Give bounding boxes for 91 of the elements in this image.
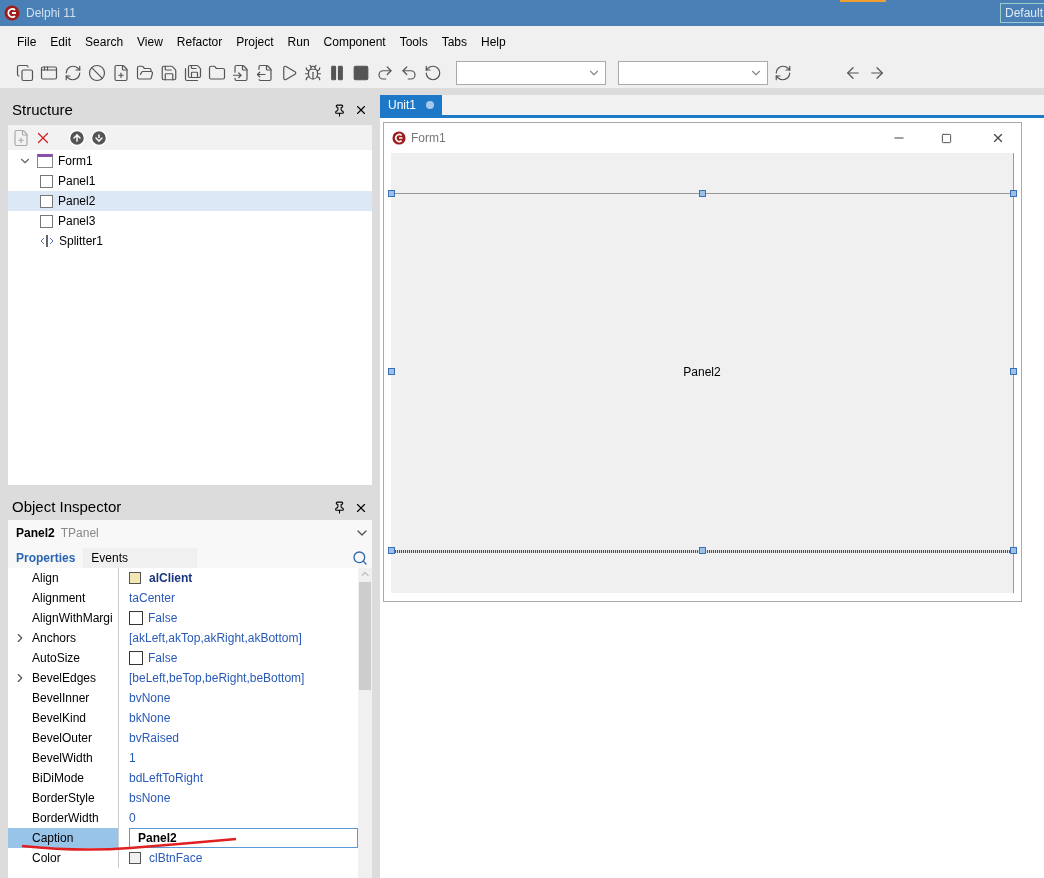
panel-icon [40, 174, 53, 188]
property-name[interactable]: AlignWithMargi [8, 608, 119, 628]
inspector-tab[interactable]: Events [83, 548, 198, 568]
move-up-icon[interactable] [68, 128, 86, 147]
remove-file-icon[interactable] [256, 64, 274, 82]
panel-title: Structure [11, 99, 74, 120]
play-icon[interactable] [280, 64, 298, 82]
menu-item[interactable]: View [130, 33, 170, 51]
windows-icon[interactable] [40, 64, 58, 82]
property-value: bdLeftToRight [129, 770, 204, 787]
property-value: alClient [149, 570, 193, 587]
refresh-icon[interactable] [774, 64, 792, 82]
checkbox[interactable] [129, 611, 143, 625]
property-value: 1 [129, 750, 136, 767]
checkbox[interactable] [129, 651, 143, 665]
property-name[interactable]: Alignment [8, 588, 119, 608]
editor-tab[interactable]: Unit1 [380, 95, 442, 115]
selection-handle[interactable] [388, 190, 395, 197]
pin-icon[interactable] [333, 501, 346, 514]
menu-item[interactable]: Tabs [434, 33, 474, 51]
property-name[interactable]: Caption [8, 828, 119, 848]
tree-item[interactable]: Panel2 [8, 191, 372, 211]
property-name[interactable]: BevelInner [8, 688, 119, 708]
no-entry-icon[interactable] [88, 64, 106, 82]
open-folder-icon[interactable] [136, 64, 154, 82]
menu-item[interactable]: Project [229, 33, 281, 51]
property-value: taCenter [129, 590, 176, 607]
property-value: [akLeft,akTop,akRight,akBottom] [129, 630, 302, 647]
active-tab-indicator [840, 0, 886, 2]
scrollbar[interactable] [358, 568, 372, 878]
property-name[interactable]: BiDiMode [8, 768, 119, 788]
property-name[interactable]: AutoSize [8, 648, 119, 668]
new-file-icon[interactable] [112, 64, 130, 82]
caption-input[interactable]: Panel2 [129, 828, 358, 848]
property-name[interactable]: BorderStyle [8, 788, 119, 808]
property-name[interactable]: BevelKind [8, 708, 119, 728]
menu-item[interactable]: File [10, 33, 44, 51]
selection-handle[interactable] [699, 547, 706, 554]
property-name[interactable]: BevelOuter [8, 728, 119, 748]
selection-handle[interactable] [388, 368, 395, 375]
property-value: False [148, 650, 178, 667]
property-name[interactable]: Color [8, 848, 119, 868]
selection-handle[interactable] [388, 547, 395, 554]
search-icon[interactable] [352, 550, 368, 566]
copy-icon[interactable] [16, 64, 34, 82]
property-value: False [148, 610, 178, 627]
menu-item[interactable]: Edit [43, 33, 79, 51]
close-icon[interactable] [354, 103, 368, 117]
property-name[interactable]: BevelWidth [8, 748, 119, 768]
property-value: clBtnFace [149, 850, 203, 867]
menu-item[interactable]: Component [316, 33, 393, 51]
panel-icon [40, 214, 53, 228]
menu-item[interactable]: Help [474, 33, 513, 51]
property-name[interactable]: Align [8, 568, 119, 588]
property-value: bkNone [129, 710, 171, 727]
menu-item[interactable]: Run [280, 33, 317, 51]
menu-item[interactable]: Search [78, 33, 131, 51]
pin-icon[interactable] [333, 103, 346, 117]
property-name[interactable]: Anchors [8, 628, 119, 648]
folder-icon[interactable] [208, 64, 226, 82]
selection-handle[interactable] [699, 190, 706, 197]
property-value: bvRaised [129, 730, 180, 747]
menu-item[interactable]: Tools [392, 33, 435, 51]
close-icon[interactable] [991, 131, 1005, 145]
property-value: bvNone [129, 690, 171, 707]
bug-icon[interactable] [304, 64, 322, 82]
forward-arrow-icon[interactable] [868, 64, 886, 82]
move-down-icon[interactable] [90, 128, 108, 147]
pause-icon[interactable] [328, 64, 346, 82]
form-title: Form1 [411, 130, 447, 147]
object-selector[interactable]: Panel2 TPanel [8, 520, 372, 546]
maximize-icon[interactable] [941, 132, 952, 144]
window-title: Delphi 11 [26, 5, 76, 22]
property-name[interactable]: BevelEdges [8, 668, 119, 688]
property-value: [beLeft,beTop,beRight,beBottom] [129, 670, 305, 687]
panel-icon [40, 194, 53, 208]
selection-handle[interactable] [1010, 190, 1017, 197]
save-icon[interactable] [160, 64, 178, 82]
selection-handle[interactable] [1010, 547, 1017, 554]
panel-title: Object Inspector [11, 497, 123, 518]
splitter-icon [40, 235, 54, 247]
menu-item[interactable]: Refactor [169, 33, 230, 51]
form-icon [37, 154, 53, 168]
add-file-icon[interactable] [232, 64, 250, 82]
logo-icon [4, 5, 20, 21]
logo-icon [392, 131, 406, 145]
save-all-icon[interactable] [184, 64, 202, 82]
stop-icon[interactable] [352, 64, 370, 82]
property-value: 0 [129, 810, 136, 827]
property-value: bsNone [129, 790, 171, 807]
selection-handle[interactable] [1010, 368, 1017, 375]
